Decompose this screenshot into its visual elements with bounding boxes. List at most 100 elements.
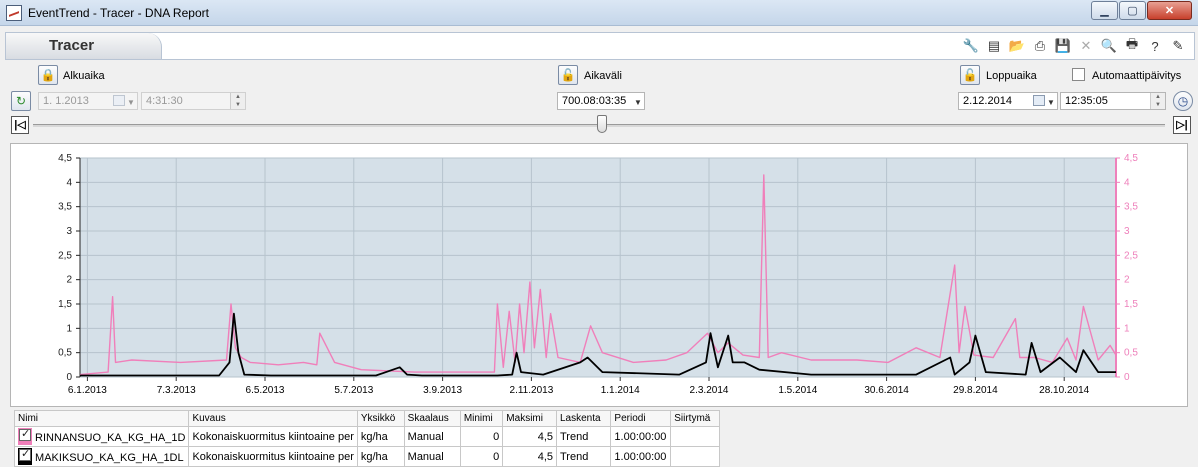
x-tick-label: 29.8.2014 bbox=[953, 385, 998, 396]
zoom-icon[interactable]: 🔍 bbox=[1099, 36, 1119, 56]
x-tick-label: 2.3.2014 bbox=[690, 385, 729, 396]
x-tick-label: 7.3.2013 bbox=[157, 385, 196, 396]
first-button[interactable]: |◁ bbox=[11, 116, 29, 134]
x-tick-label: 30.6.2014 bbox=[864, 385, 909, 396]
interval-lock-icon[interactable]: 🔓 bbox=[558, 65, 578, 85]
minimize-button[interactable]: ▁ bbox=[1091, 1, 1118, 20]
x-tick-label: 1.5.2014 bbox=[778, 385, 817, 396]
time-controls: 🔒 Alkuaika ↻ 1. 1.2013 ▼ 4:31:30 ▲ ▼ 🔓 Ai… bbox=[5, 61, 1195, 141]
y-tick-label-left: 0,5 bbox=[58, 348, 72, 359]
calendar-icon[interactable] bbox=[1033, 95, 1045, 106]
refresh-icon[interactable]: ↻ bbox=[11, 91, 31, 111]
column-header[interactable]: Laskenta bbox=[555, 410, 612, 427]
x-tick-label: 28.10.2014 bbox=[1039, 385, 1089, 396]
table-row[interactable]: RINNANSUO_KA_KG_HA_1DKokonaiskuormitus k… bbox=[13, 426, 720, 447]
table-cell: 1.00:00:00 bbox=[610, 446, 672, 467]
start-date-field[interactable]: 1. 1.2013 ▼ bbox=[38, 92, 138, 110]
chart-svg: 0 0 0,5 0,5 1 1 1,5 1,5 2 2 2,5 2,5 3 3 3,5 3,5 4 4 4,5 4,5… bbox=[58, 153, 1138, 396]
table-header-row: Nimi Kuvaus Yksikkö Skaalaus Minimi Maksimi La… bbox=[13, 410, 720, 427]
y-tick-label-right: 1,5 bbox=[1124, 299, 1138, 310]
series-name: MAKIKSUO_KA_KG_HA_1DL bbox=[32, 452, 184, 464]
page-title: Tracer bbox=[49, 37, 95, 54]
table-body: RINNANSUO_KA_KG_HA_1DKokonaiskuormitus k… bbox=[13, 426, 720, 467]
table-cell: 1.00:00:00 bbox=[610, 426, 672, 447]
start-time-spinner[interactable]: ▲ ▼ bbox=[230, 93, 245, 109]
interval-label: Aikaväli bbox=[584, 70, 622, 82]
chevron-down-icon[interactable]: ▼ bbox=[1047, 96, 1055, 109]
y-tick-label-left: 4,5 bbox=[58, 153, 72, 164]
open-folder-icon[interactable]: 📂 bbox=[1007, 36, 1027, 56]
edit-icon[interactable]: ✎ bbox=[1168, 36, 1188, 56]
start-lock-icon[interactable]: 🔒 bbox=[38, 65, 58, 85]
series-color-swatch[interactable] bbox=[18, 428, 32, 445]
print-icon[interactable]: 🖶 bbox=[1122, 36, 1142, 56]
chevron-down-icon[interactable]: ▼ bbox=[634, 96, 642, 109]
table-cell: Manual bbox=[403, 426, 461, 447]
x-tick-label: 2.11.2013 bbox=[510, 385, 554, 396]
save-icon[interactable]: 💾 bbox=[1053, 36, 1073, 56]
calendar-icon[interactable] bbox=[113, 95, 125, 106]
print-setup-icon[interactable]: ⎙ bbox=[1030, 36, 1050, 56]
start-time-field[interactable]: 4:31:30 ▲ ▼ bbox=[141, 92, 246, 110]
column-header[interactable]: Minimi bbox=[459, 410, 504, 427]
table-row[interactable]: MAKIKSUO_KA_KG_HA_1DL Kokonaiskuormitus k… bbox=[13, 446, 720, 467]
interval-select[interactable]: 700.08:03:35 ▼ bbox=[557, 92, 645, 110]
new-document-icon[interactable]: ▤ bbox=[984, 36, 1004, 56]
auto-update-label: Automaattipäivitys bbox=[1092, 70, 1182, 82]
chevron-down-icon[interactable]: ▼ bbox=[127, 96, 135, 109]
start-label: Alkuaika bbox=[63, 70, 105, 82]
clock-icon[interactable]: ◷ bbox=[1173, 91, 1193, 111]
end-label: Loppuaika bbox=[986, 70, 1037, 82]
y-tick-label-right: 4 bbox=[1124, 177, 1130, 188]
end-date-field[interactable]: 2.12.2014 ▼ bbox=[958, 92, 1058, 110]
column-header[interactable]: Maksimi bbox=[502, 410, 557, 427]
series-color-swatch[interactable] bbox=[18, 448, 32, 465]
table-cell: Trend bbox=[555, 446, 612, 467]
table-cell: 0 bbox=[459, 426, 504, 447]
end-time-spinner[interactable]: ▲ ▼ bbox=[1150, 93, 1165, 109]
series-visible-checkbox[interactable] bbox=[19, 448, 31, 461]
series-visible-checkbox[interactable] bbox=[19, 428, 31, 441]
tracer-tab[interactable]: Tracer bbox=[6, 33, 162, 59]
trend-chart[interactable]: 0 0 0,5 0,5 1 1 1,5 1,5 2 2 2,5 2,5 3 3 3,5 3,5 4 4 4,5 4,5… bbox=[10, 143, 1188, 407]
window-title: EventTrend - Tracer - DNA Report bbox=[28, 6, 209, 20]
series-name: RINNANSUO_KA_KG_HA_1D bbox=[32, 432, 186, 444]
column-header[interactable]: Siirtymä bbox=[670, 410, 720, 427]
time-slider-thumb[interactable] bbox=[597, 115, 607, 133]
column-header[interactable]: Skaalaus bbox=[403, 410, 461, 427]
y-tick-label-left: 4 bbox=[66, 177, 72, 188]
delete-icon[interactable]: ✕ bbox=[1076, 36, 1096, 56]
interval-value: 700.08:03:35 bbox=[562, 95, 627, 107]
table-cell bbox=[670, 446, 720, 467]
x-tick-label: 6.5.2013 bbox=[246, 385, 285, 396]
table-cell: kg/ha bbox=[356, 446, 405, 467]
maximize-button[interactable]: ▢ bbox=[1119, 1, 1146, 20]
table-cell: Kokonaiskuormitus kiintoaine per bbox=[188, 426, 358, 447]
x-tick-label: 1.1.2014 bbox=[601, 385, 640, 396]
end-lock-icon[interactable]: 🔓 bbox=[960, 65, 980, 85]
table-cell: 4,5 bbox=[502, 426, 557, 447]
column-header[interactable]: Nimi bbox=[13, 410, 190, 427]
table-cell: 0 bbox=[459, 446, 504, 467]
column-header[interactable]: Periodi bbox=[610, 410, 672, 427]
column-header[interactable]: Yksikkö bbox=[356, 410, 405, 427]
end-time-value: 12:35:05 bbox=[1065, 95, 1108, 107]
end-time-field[interactable]: 12:35:05 ▲ ▼ bbox=[1060, 92, 1166, 110]
y-tick-label-left: 3 bbox=[66, 226, 72, 237]
y-tick-label-right: 1 bbox=[1124, 323, 1130, 334]
column-header[interactable]: Kuvaus bbox=[188, 410, 358, 427]
y-tick-label-left: 1,5 bbox=[58, 299, 72, 310]
table-cell: Manual bbox=[403, 446, 461, 467]
close-button[interactable]: ✕ bbox=[1147, 1, 1192, 20]
x-tick-label: 3.9.2013 bbox=[423, 385, 462, 396]
last-button[interactable]: ▷| bbox=[1173, 116, 1191, 134]
help-icon[interactable]: ? bbox=[1145, 36, 1165, 56]
wrench-icon[interactable]: 🔧 bbox=[961, 36, 981, 56]
end-date-value: 2.12.2014 bbox=[963, 95, 1012, 107]
y-tick-label-right: 2 bbox=[1124, 275, 1130, 286]
y-tick-label-left: 0 bbox=[66, 372, 72, 383]
series-name-cell: RINNANSUO_KA_KG_HA_1D bbox=[13, 426, 190, 447]
y-tick-label-right: 0 bbox=[1124, 372, 1130, 383]
auto-update-checkbox[interactable] bbox=[1072, 68, 1085, 81]
title-bar: EventTrend - Tracer - DNA Report ▁ ▢ ✕ bbox=[0, 0, 1198, 26]
